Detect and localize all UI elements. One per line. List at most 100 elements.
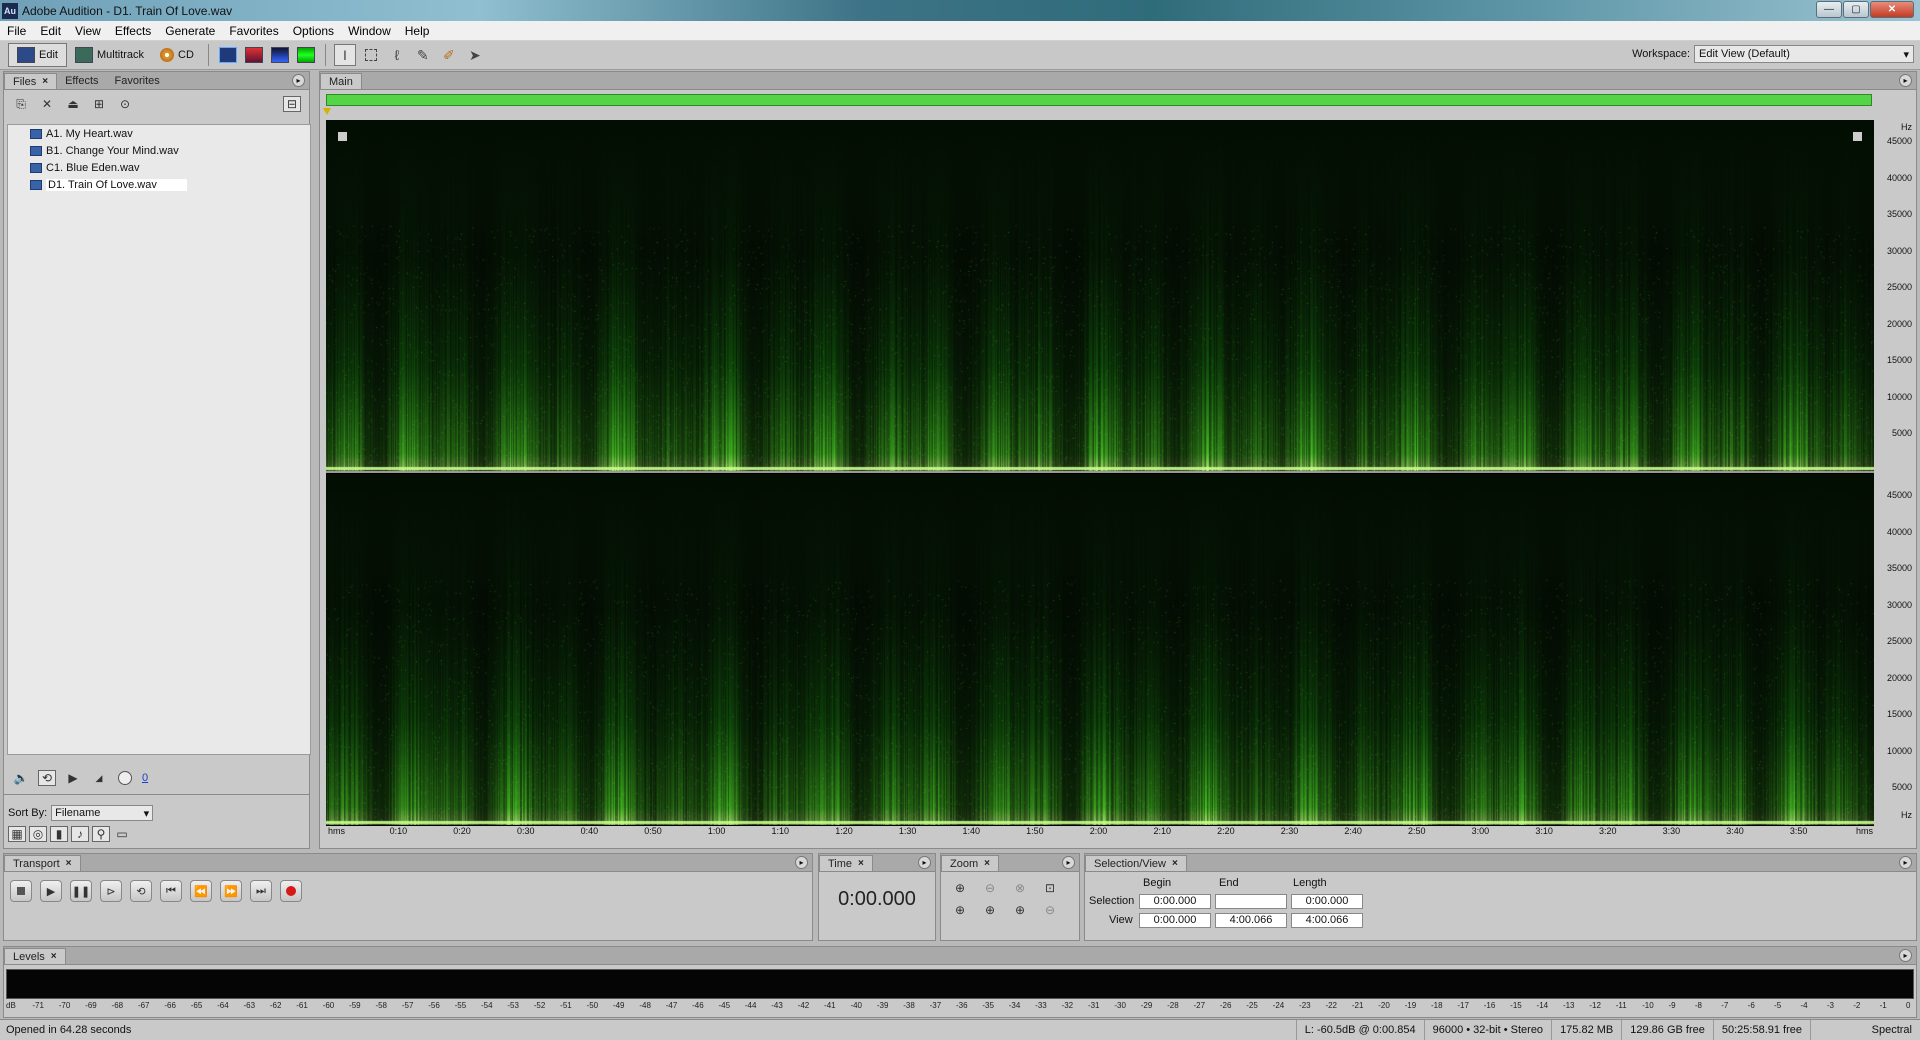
play-button[interactable]: ▶ xyxy=(40,880,62,902)
fast-forward-button[interactable]: ⏩ xyxy=(220,880,242,902)
edit-file-button[interactable]: ⊙ xyxy=(116,96,134,112)
insert-into-multitrack-button[interactable]: ⏏ xyxy=(64,96,82,112)
cd-view-button[interactable]: CD xyxy=(152,43,202,67)
panel-menu-icon[interactable]: ▸ xyxy=(1062,856,1075,869)
menu-generate[interactable]: Generate xyxy=(158,24,222,38)
show-audio-files-button[interactable]: ▦ xyxy=(8,826,26,842)
play-preview-button[interactable]: ▶ xyxy=(64,770,82,786)
stop-button[interactable] xyxy=(10,880,32,902)
view-end-field[interactable]: 4:00.066 xyxy=(1215,913,1287,928)
close-icon[interactable]: × xyxy=(984,858,990,869)
tab-main[interactable]: Main xyxy=(320,73,362,89)
panel-menu-icon[interactable]: ▸ xyxy=(1899,74,1912,87)
close-icon[interactable]: × xyxy=(1172,858,1178,869)
play-to-end-button[interactable]: ⊳ xyxy=(100,880,122,902)
channel-corner-handle[interactable] xyxy=(1853,132,1862,141)
tab-effects[interactable]: Effects xyxy=(57,73,106,89)
menu-options[interactable]: Options xyxy=(286,24,341,38)
menu-window[interactable]: Window xyxy=(341,24,398,38)
panel-menu-icon[interactable]: ▸ xyxy=(795,856,808,869)
tab-transport[interactable]: Transport × xyxy=(4,855,81,871)
zoom-to-selection-button[interactable]: ⊡ xyxy=(1041,880,1059,896)
insert-into-cd-button[interactable]: ⊞ xyxy=(90,96,108,112)
zoom-to-right-edge-button[interactable]: ⊕ xyxy=(981,902,999,918)
channel-corner-handle[interactable] xyxy=(338,132,347,141)
spot-healing-tool[interactable]: ✐ xyxy=(438,44,460,66)
scrub-tool[interactable]: ➤ xyxy=(464,44,486,66)
list-item[interactable]: C1. Blue Eden.wav xyxy=(8,159,310,176)
close-icon[interactable]: × xyxy=(51,951,57,962)
view-length-field[interactable]: 4:00.066 xyxy=(1291,913,1363,928)
multitrack-view-button[interactable]: Multitrack xyxy=(67,43,152,67)
close-icon[interactable]: × xyxy=(858,858,864,869)
effects-paintbrush-tool[interactable]: ✎ xyxy=(412,44,434,66)
sort-by-dropdown[interactable]: Filename ▾ xyxy=(51,805,154,821)
workspace-dropdown[interactable]: Edit View (Default) ▾ xyxy=(1694,45,1914,63)
loop-preview-button[interactable]: ⟲ xyxy=(38,770,56,786)
spectral-display[interactable] xyxy=(326,120,1874,826)
file-options-button[interactable]: ⊟ xyxy=(283,96,301,112)
list-item[interactable]: A1. My Heart.wav xyxy=(8,125,310,142)
record-button[interactable] xyxy=(280,880,302,902)
close-icon[interactable]: × xyxy=(66,858,72,869)
spectral-phase-button[interactable] xyxy=(295,44,317,66)
menu-edit[interactable]: Edit xyxy=(33,24,68,38)
zoom-out-vertical-button[interactable]: ⊖ xyxy=(1041,902,1059,918)
panel-menu-icon[interactable]: ▸ xyxy=(1899,856,1912,869)
show-loops-button[interactable]: ◎ xyxy=(29,826,47,842)
menu-file[interactable]: File xyxy=(0,24,33,38)
spectral-pan-button[interactable] xyxy=(269,44,291,66)
left-channel-spectrogram[interactable] xyxy=(326,120,1874,471)
panel-menu-icon[interactable]: ▸ xyxy=(292,74,305,87)
tab-levels[interactable]: Levels × xyxy=(4,948,66,964)
menu-view[interactable]: View xyxy=(68,24,108,38)
zoom-out-horizontal-button[interactable]: ⊖ xyxy=(981,880,999,896)
close-button[interactable]: ✕ xyxy=(1870,1,1914,18)
waveform-display-button[interactable] xyxy=(217,44,239,66)
show-video-button[interactable]: ▮ xyxy=(50,826,68,842)
right-channel-spectrogram[interactable] xyxy=(326,474,1874,825)
spectral-frequency-button[interactable] xyxy=(243,44,265,66)
marquee-tool[interactable] xyxy=(360,44,382,66)
zoom-out-full-button[interactable]: ⊗ xyxy=(1011,880,1029,896)
menu-effects[interactable]: Effects xyxy=(108,24,158,38)
menu-favorites[interactable]: Favorites xyxy=(222,24,285,38)
go-to-end-button[interactable]: ⏭ xyxy=(250,880,272,902)
maximize-button[interactable]: ▢ xyxy=(1843,1,1869,18)
rewind-button[interactable]: ⏪ xyxy=(190,880,212,902)
tab-favorites[interactable]: Favorites xyxy=(107,73,168,89)
selection-begin-field[interactable]: 0:00.000 xyxy=(1139,894,1211,909)
edit-view-button[interactable]: Edit xyxy=(8,43,67,67)
lasso-tool[interactable]: ℓ xyxy=(386,44,408,66)
minimize-button[interactable]: — xyxy=(1816,1,1842,18)
close-file-button[interactable]: ✕ xyxy=(38,96,56,112)
view-begin-field[interactable]: 0:00.000 xyxy=(1139,913,1211,928)
zoom-in-horizontal-button[interactable]: ⊕ xyxy=(951,880,969,896)
panel-menu-icon[interactable]: ▸ xyxy=(918,856,931,869)
close-icon[interactable]: × xyxy=(42,76,48,87)
menu-help[interactable]: Help xyxy=(398,24,437,38)
zoom-overview-bar[interactable] xyxy=(326,94,1872,106)
selection-end-field[interactable] xyxy=(1215,894,1287,909)
import-file-button[interactable]: ⎘ xyxy=(12,96,30,112)
speaker-icon[interactable]: 🔈 xyxy=(12,770,30,786)
show-cue-button[interactable]: ⚲ xyxy=(92,826,110,842)
panel-menu-icon[interactable]: ▸ xyxy=(1899,949,1912,962)
selection-length-field[interactable]: 0:00.000 xyxy=(1291,894,1363,909)
list-item-selected[interactable]: D1. Train Of Love.wav xyxy=(8,176,310,193)
volume-knob[interactable] xyxy=(116,770,134,786)
tab-selection-view[interactable]: Selection/View × xyxy=(1085,855,1187,871)
go-to-start-button[interactable]: ⏮ xyxy=(160,880,182,902)
show-midi-button[interactable]: ♪ xyxy=(71,826,89,842)
show-full-path-button[interactable]: ▭ xyxy=(113,826,131,842)
playhead-marker-icon[interactable] xyxy=(323,108,331,115)
tab-files[interactable]: Files × xyxy=(4,73,58,89)
tab-time[interactable]: Time × xyxy=(819,855,873,871)
time-selection-tool[interactable]: I xyxy=(333,44,356,66)
tab-zoom[interactable]: Zoom × xyxy=(941,855,999,871)
list-item[interactable]: B1. Change Your Mind.wav xyxy=(8,142,310,159)
volume-value[interactable]: 0 xyxy=(142,772,148,784)
zoom-to-left-edge-button[interactable]: ⊕ xyxy=(951,902,969,918)
zoom-in-vertical-button[interactable]: ⊕ xyxy=(1011,902,1029,918)
loop-button[interactable]: ⟲ xyxy=(130,880,152,902)
